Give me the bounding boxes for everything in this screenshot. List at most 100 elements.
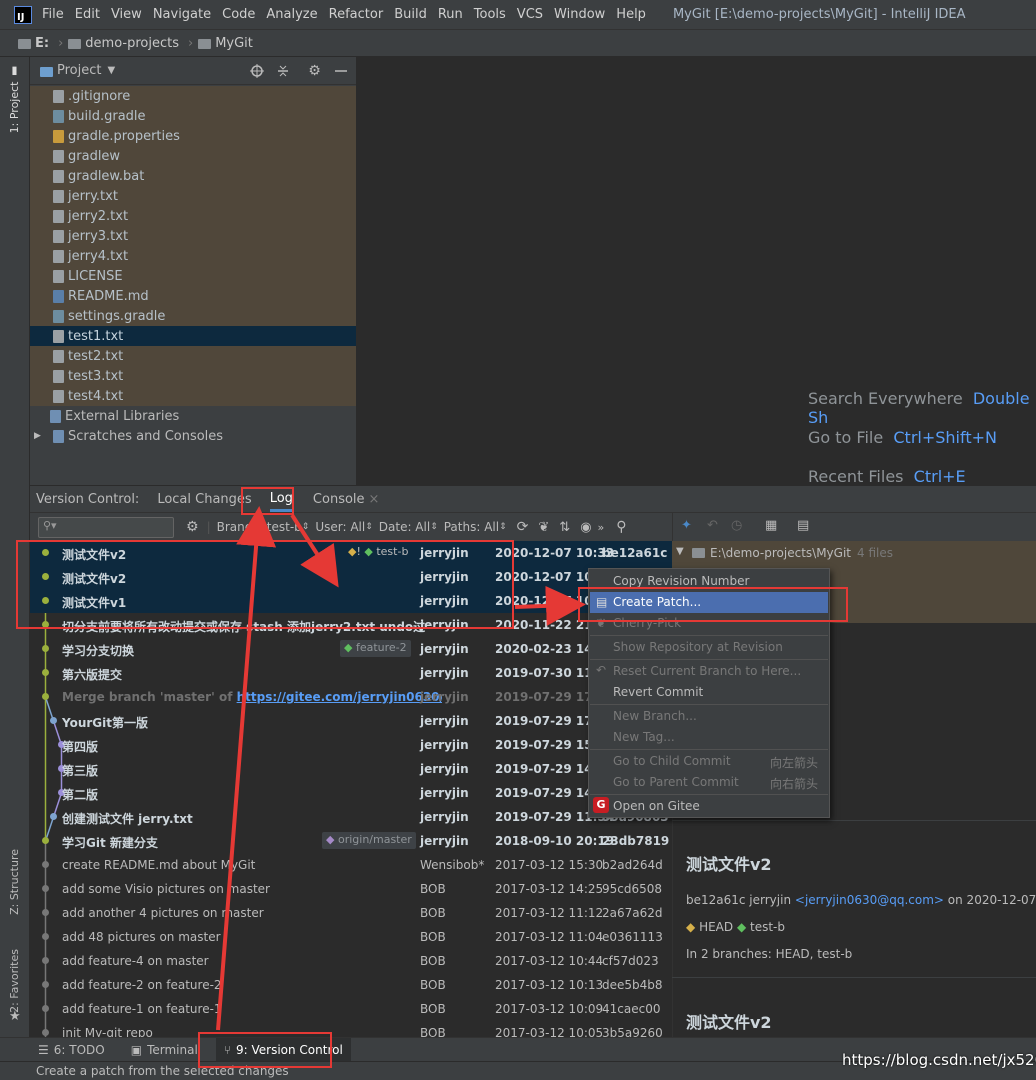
menu-item-go-to-parent-commit[interactable]: Go to Parent Commit 向右箭头 [590,772,828,793]
project-file-item[interactable]: README.md [30,286,356,306]
log-search-input[interactable]: ⚲▾ [38,516,174,538]
commit-row[interactable]: YourGit第一版 jerryjin 2019-07-29 17:1 [30,709,672,733]
project-file-item[interactable]: gradlew.bat [30,166,356,186]
commit-row[interactable]: Merge branch 'master' of https://gitee.c… [30,685,672,709]
commit-link[interactable]: https://gitee.com/jerryjin0630/M [237,690,442,704]
tab-console[interactable]: Console [313,492,365,507]
branch-filter[interactable]: Branch: test-b [217,520,302,534]
tool-tab-todo[interactable]: ☰ 6: TODO [30,1038,113,1062]
tool-tab-terminal[interactable]: ▣ Terminal [123,1038,206,1062]
project-view-selector[interactable]: Project [57,63,101,78]
commit-row[interactable]: add another 4 pictures on master BOB 2017-… [30,901,672,925]
hide-panel-icon[interactable] [334,65,347,77]
external-libraries-item[interactable]: External Libraries [30,406,356,426]
chevron-down-icon[interactable]: ▼ [676,546,684,557]
date-filter[interactable]: Date: All [379,520,430,534]
group-icon[interactable]: ▦ [765,518,777,533]
commit-row[interactable]: init My-git repo BOB 2017-03-12 10:05 3b5a9… [30,1021,672,1037]
commit-row[interactable]: 第四版 jerryjin 2019-07-29 15:3 [30,733,672,757]
chevron-down-icon[interactable]: ▼ [107,65,115,76]
project-file-item[interactable]: build.gradle [30,106,356,126]
project-file-item[interactable]: jerry4.txt [30,246,356,266]
commit-row[interactable]: 创建测试文件 jerry.txt jerryjin 2019-07-29 11:54… [30,805,672,829]
project-file-item[interactable]: jerry2.txt [30,206,356,226]
menu-tools[interactable]: Tools [474,7,506,22]
cherry-pick-icon[interactable]: ❦ [538,520,549,535]
layout-icon[interactable]: ▤ [797,518,809,533]
project-file-item[interactable]: jerry.txt [30,186,356,206]
project-file-item[interactable]: test2.txt [30,346,356,366]
menu-window[interactable]: Window [554,7,605,22]
commit-row[interactable]: add feature-2 on feature-2 BOB 2017-03-12 … [30,973,672,997]
menu-refactor[interactable]: Refactor [329,7,384,22]
project-file-item[interactable]: LICENSE [30,266,356,286]
scratches-item[interactable]: ▶ Scratches and Consoles [30,426,356,446]
undo-icon[interactable]: ↶ [707,518,718,533]
project-file-item[interactable]: test1.txt [30,326,356,346]
project-file-item[interactable]: test3.txt [30,366,356,386]
breadcrumb-demo-projects[interactable]: demo-projects [68,36,179,51]
tab-log[interactable]: Log [269,491,293,512]
sort-icon[interactable]: ⇅ [559,520,570,535]
commit-row[interactable]: 学习分支切换 ◆ feature-2 jerryjin 2020-02-23 14:0 [30,637,672,661]
menu-item-reset-current-branch-to-here[interactable]: Reset Current Branch to Here... ↶ [590,661,828,682]
commit-row[interactable]: 测试文件v2 jerryjin 2020-12-07 10:3 [30,565,672,589]
menu-vcs[interactable]: VCS [517,7,543,22]
tool-tab-favorites[interactable]: 2: Favorites [8,949,21,1013]
project-file-item[interactable]: jerry3.txt [30,226,356,246]
menu-navigate[interactable]: Navigate [153,7,211,22]
commit-row[interactable]: add some Visio pictures on master BOB 2017… [30,877,672,901]
commit-row[interactable]: 第三版 jerryjin 2019-07-29 14:4 [30,757,672,781]
menu-help[interactable]: Help [616,7,646,22]
paths-filter[interactable]: Paths: All [444,520,499,534]
refresh-icon[interactable]: ⟳ [517,519,529,535]
collapse-all-icon[interactable] [276,64,290,78]
tool-tab-version-control[interactable]: ⑂ 9: Version Control [215,1037,351,1062]
close-tab-icon[interactable]: × [369,492,380,507]
project-file-item[interactable]: gradle.properties [30,126,356,146]
breadcrumb-drive[interactable]: E: [18,36,49,51]
user-filter[interactable]: User: All [315,520,365,534]
project-file-item[interactable]: .gitignore [30,86,356,106]
expand-icon[interactable]: ✦ [681,518,692,533]
project-file-item[interactable]: gradlew [30,146,356,166]
menu-item-new-branch[interactable]: New Branch... [590,706,828,727]
more-icon[interactable]: » [598,521,605,534]
gear-icon[interactable]: ⚙ [308,63,321,79]
changed-root-path[interactable]: E:\demo-projects\MyGit [710,546,851,560]
project-file-item[interactable]: settings.gradle [30,306,356,326]
menu-item-open-on-gitee[interactable]: Open on Gitee G [590,796,828,817]
locate-icon[interactable] [250,63,265,78]
menu-run[interactable]: Run [438,7,463,22]
menu-file[interactable]: File [42,7,64,22]
gear-icon[interactable]: ⚙ [186,519,199,535]
project-file-item[interactable]: test4.txt [30,386,356,406]
commit-row[interactable]: add feature-1 on feature-1 BOB 2017-03-12 … [30,997,672,1021]
menu-item-new-tag[interactable]: New Tag... [590,727,828,748]
menu-item-revert-commit[interactable]: Revert Commit [590,682,828,703]
menu-item-create-patch[interactable]: Create Patch... ▤ [590,592,828,613]
commit-row[interactable]: add feature-4 on master BOB 2017-03-12 10:… [30,949,672,973]
menu-item-copy-revision-number[interactable]: Copy Revision Number [590,571,828,592]
commit-row[interactable]: create README.md about MyGit Wensibob* 201… [30,853,672,877]
menu-analyze[interactable]: Analyze [266,7,317,22]
search-icon[interactable]: ⚲ [616,519,626,535]
menu-item-cherry-pick[interactable]: Cherry-Pick ❦ [590,613,828,634]
tab-local-changes[interactable]: Local Changes [157,492,251,507]
commit-row[interactable]: 切分支前要将所有改动提交或保存 stash 添加jerry2.txt undo过… [30,613,672,637]
commit-row[interactable]: 第二版 jerryjin 2019-07-29 14:3 [30,781,672,805]
menu-item-go-to-child-commit[interactable]: Go to Child Commit 向左箭头 [590,751,828,772]
commit-row[interactable]: 第六版提交 jerryjin 2019-07-30 11:1 [30,661,672,685]
tool-tab-structure[interactable]: Z: Structure [8,849,21,915]
menu-code[interactable]: Code [222,7,255,22]
history-icon[interactable]: ◷ [731,518,742,533]
eye-icon[interactable]: ◉ [580,520,591,535]
menu-build[interactable]: Build [394,7,427,22]
breadcrumb-mygit[interactable]: MyGit [198,36,253,51]
tool-tab-project[interactable]: 1: Project ▮ [8,65,21,133]
menu-view[interactable]: View [111,7,142,22]
commit-row[interactable]: 测试文件v1 jerryjin 2020-12-07 10:3 [30,589,672,613]
commit-row[interactable]: add 48 pictures on master BOB 2017-03-12 1… [30,925,672,949]
author-email-link[interactable]: <jerryjin0630@qq.com> [795,893,944,907]
commit-row[interactable]: 测试文件v2 ◆! ◆ test-b jerryjin 2020-12-07 10:3… [30,541,672,565]
